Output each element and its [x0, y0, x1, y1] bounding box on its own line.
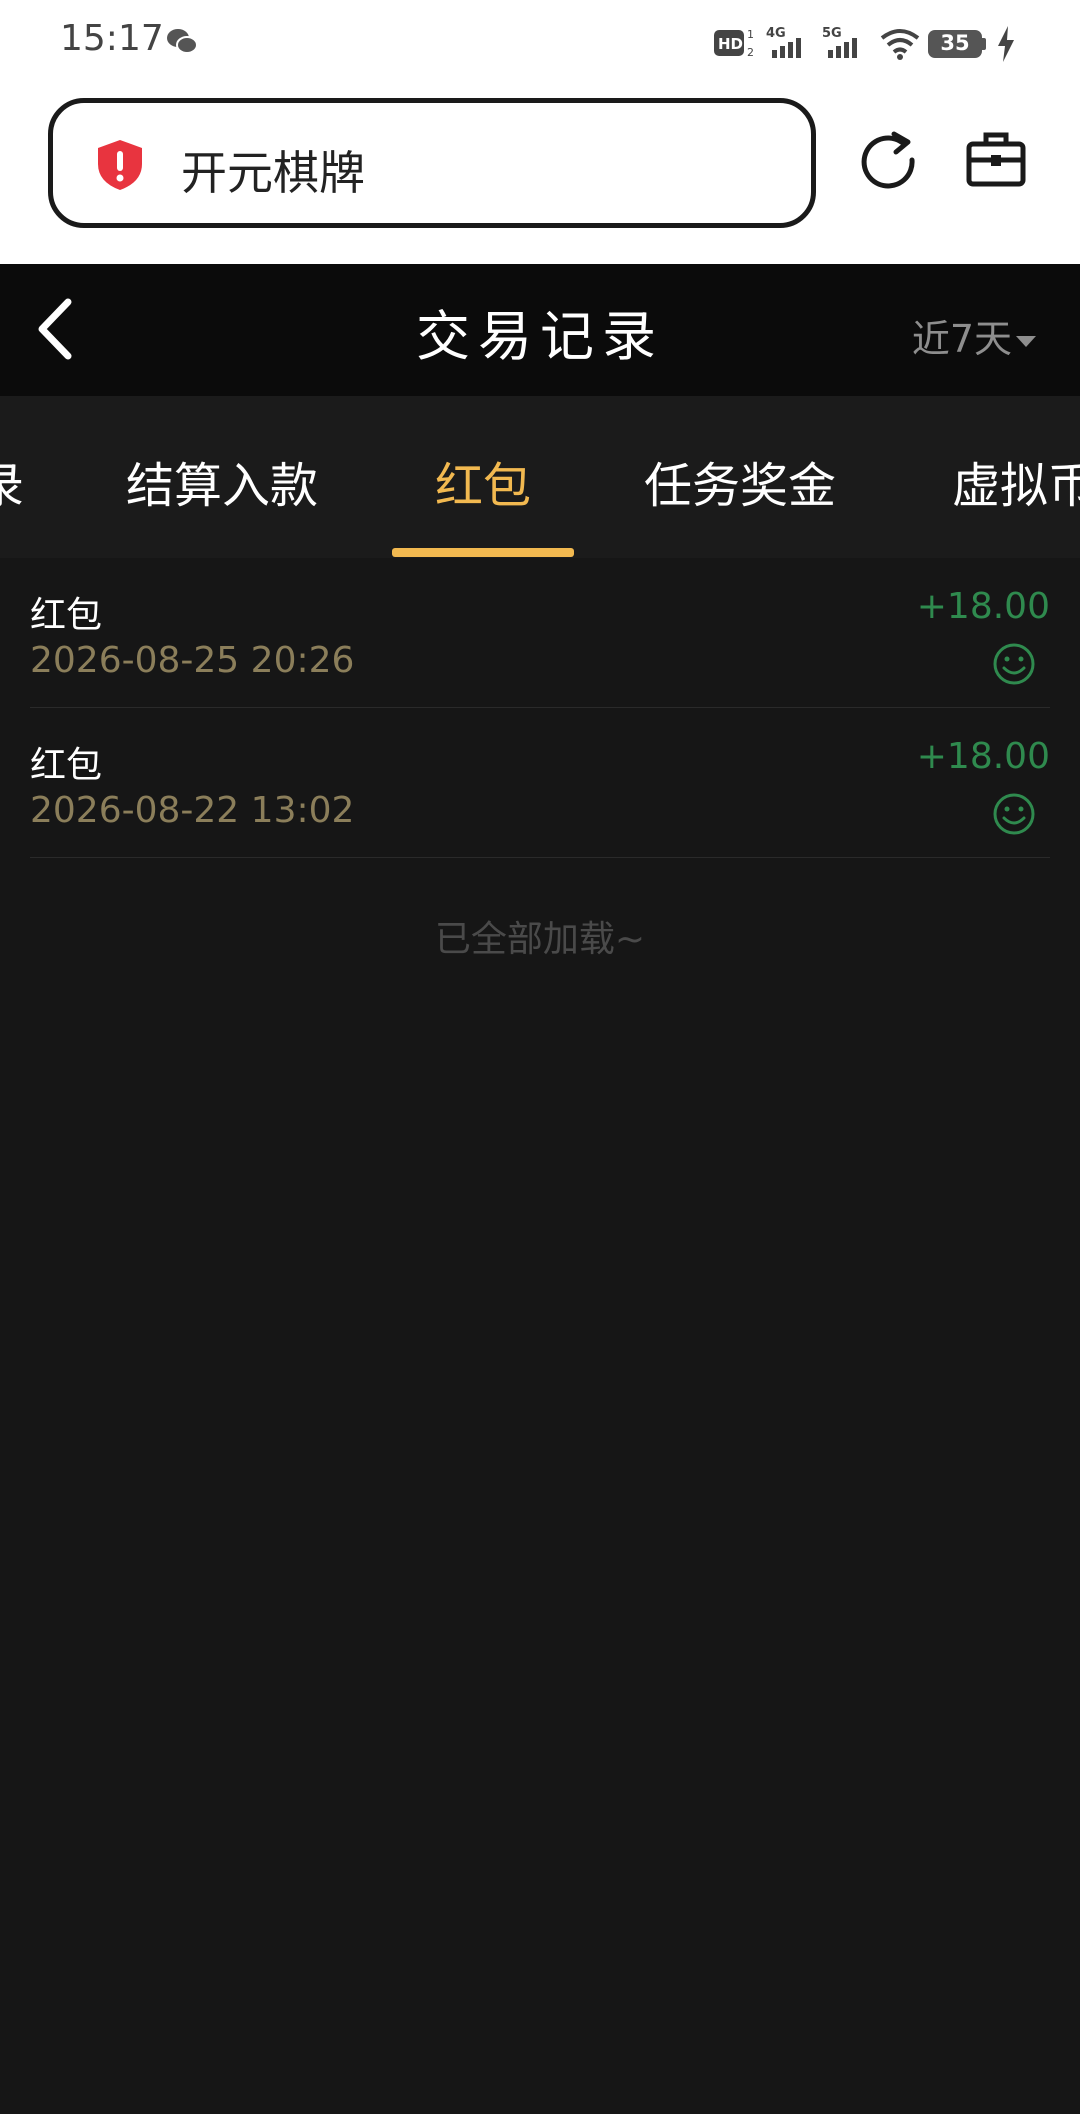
tab-records[interactable]: 录	[0, 446, 24, 516]
url-text[interactable]: 开元棋牌	[181, 137, 365, 203]
tab-settlement-deposit[interactable]: 结算入款	[126, 446, 318, 516]
svg-text:1: 1	[747, 28, 754, 41]
svg-text:5G: 5G	[822, 26, 842, 41]
svg-text:HD: HD	[718, 35, 743, 53]
record-name: 红包	[30, 595, 103, 636]
record-amount: +18.00	[916, 736, 1050, 777]
status-icons: HD 1 2 4G 5G 35	[714, 22, 1024, 66]
battery-icon: 35	[928, 30, 982, 58]
record-name: 红包	[30, 745, 103, 786]
caret-down-icon	[1016, 336, 1036, 347]
signal-5g-icon: 5G	[822, 26, 857, 58]
tab-virtual-currency[interactable]: 虚拟币	[952, 446, 1080, 516]
reload-icon[interactable]	[858, 130, 918, 190]
svg-text:2: 2	[747, 46, 754, 59]
record-date: 2026-08-22 13:02	[30, 790, 355, 831]
category-tabs: 录 结算入款 红包 任务奖金 虚拟币	[0, 396, 1080, 558]
date-filter-dropdown[interactable]: 近7天	[912, 308, 1036, 363]
status-time: 15:17	[60, 18, 164, 59]
svg-text:4G: 4G	[766, 26, 786, 41]
shield-alert-icon[interactable]	[95, 139, 145, 191]
smile-icon	[993, 793, 1035, 835]
app-header: 交易记录 近7天	[0, 264, 1080, 396]
hd-icon: HD 1 2	[714, 28, 754, 59]
list-item[interactable]: 红包 2026-08-25 20:26 +18.00	[30, 558, 1050, 708]
date-filter-label: 近7天	[911, 317, 1012, 361]
toolbox-icon[interactable]	[966, 130, 1026, 188]
address-bar[interactable]: 开元棋牌	[48, 98, 816, 228]
smile-icon	[993, 643, 1035, 685]
tab-red-packet[interactable]: 红包	[435, 446, 531, 516]
signal-4g-icon: 4G	[766, 26, 801, 58]
charging-icon	[998, 26, 1014, 62]
battery-level: 35	[940, 31, 970, 55]
tab-task-bonus[interactable]: 任务奖金	[644, 446, 836, 516]
wechat-icon	[167, 29, 198, 54]
browser-bar: 开元棋牌	[0, 86, 1080, 264]
record-amount: +18.00	[916, 586, 1050, 627]
wifi-icon	[880, 29, 920, 60]
load-complete-text: 已全部加载~	[434, 919, 646, 960]
list-item[interactable]: 红包 2026-08-22 13:02 +18.00	[30, 708, 1050, 858]
record-date: 2026-08-25 20:26	[30, 640, 355, 681]
active-tab-indicator	[392, 548, 574, 557]
status-bar: 15:17 HD 1 2 4G 5G 35	[0, 0, 1080, 86]
battery-tip	[982, 38, 986, 50]
